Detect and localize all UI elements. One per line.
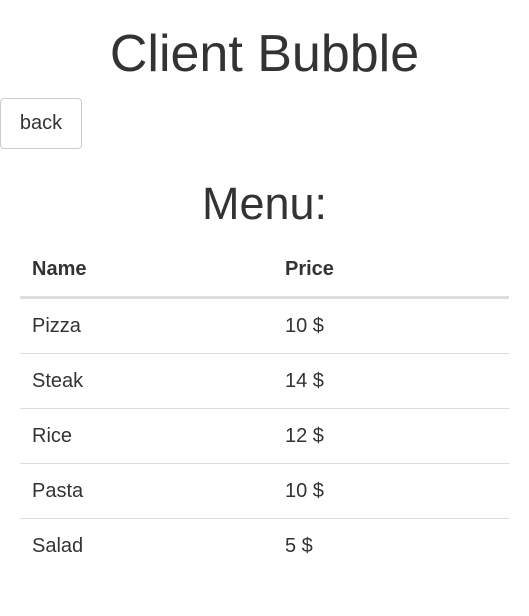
column-header-name: Name	[20, 243, 273, 299]
item-name: Pasta	[20, 463, 273, 519]
page-title: Client Bubble	[109, 25, 420, 83]
table-row: Pizza 10 $	[20, 298, 509, 354]
table-row: Rice 12 $	[20, 408, 509, 464]
table-row: Pasta 10 $	[20, 463, 509, 519]
header-row: Name Price	[20, 243, 509, 299]
item-name: Pizza	[32, 314, 81, 337]
item-price: 10 $	[285, 314, 324, 337]
item-price: 10 $	[273, 463, 509, 519]
back-button[interactable]: back	[0, 98, 82, 149]
item-name: Salad	[20, 518, 273, 573]
column-header-price: Price	[273, 243, 509, 299]
item-price: 12 $	[273, 408, 509, 464]
item-name: Steak	[20, 353, 273, 409]
table-row: Salad 5 $	[20, 518, 509, 573]
menu-heading: Menu:	[201, 178, 328, 229]
item-price: 14 $	[273, 353, 509, 409]
menu-table: Name Price Pizza 10 $ Steak 14 $ Rice 12…	[20, 243, 509, 573]
page: Client Bubble back Menu: Name Price Pizz…	[0, 0, 529, 616]
item-price: 5 $	[273, 518, 509, 573]
table-row: Steak 14 $	[20, 353, 509, 409]
item-name: Rice	[20, 408, 273, 464]
menu-table-header: Name Price	[20, 243, 509, 299]
menu-table-body: Pizza 10 $ Steak 14 $ Rice 12 $ Pasta 10…	[20, 298, 509, 573]
